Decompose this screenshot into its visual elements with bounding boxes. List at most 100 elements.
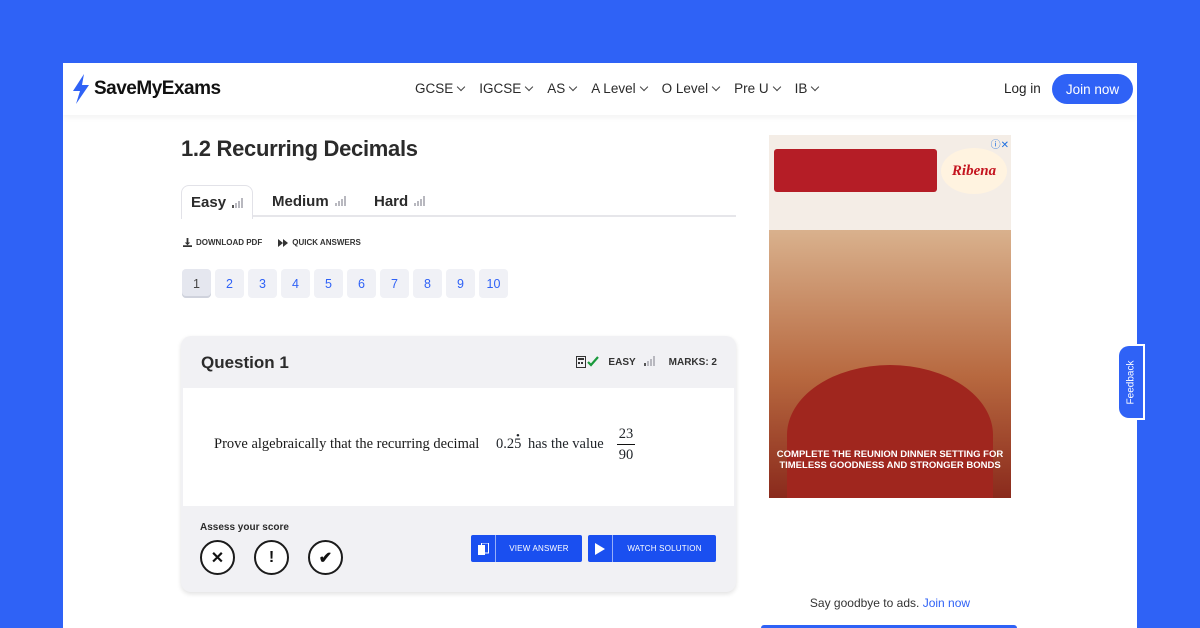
ad-copy: COMPLETE THE REUNION DINNER SETTING FOR … — [776, 449, 1004, 471]
correct-button[interactable]: ✔ — [308, 540, 343, 575]
question-number-button[interactable]: 3 — [248, 269, 277, 298]
join-now-button[interactable]: Join now — [1052, 74, 1133, 104]
browser-page: SaveMyExams GCSE IGCSE AS A Level O Leve… — [63, 63, 1137, 628]
nav-a-level[interactable]: A Level — [591, 81, 648, 96]
question-text-2: has the value — [528, 436, 604, 452]
feedback-tab[interactable]: Feedback — [1119, 346, 1143, 418]
fast-forward-icon — [278, 238, 289, 247]
ad-header: Ribena ⓘ✕ — [769, 135, 1011, 230]
chevron-down-icon — [711, 82, 721, 92]
check-icon: ✔ — [318, 549, 333, 567]
question-number-button[interactable]: 8 — [413, 269, 442, 298]
view-answer-button[interactable]: VIEW ANSWER — [471, 535, 582, 562]
ad-brand-logo: Ribena — [941, 148, 1007, 194]
goodbye-text: Say goodbye to ads. — [809, 596, 920, 610]
main-nav: GCSE IGCSE AS A Level O Level Pre U IB — [415, 81, 820, 96]
question-body: Prove algebraically that the recurring d… — [183, 388, 734, 506]
ad-dinner-table — [787, 365, 993, 498]
question-number-button[interactable]: 6 — [347, 269, 376, 298]
difficulty-label: EASY — [608, 356, 636, 368]
partial-button[interactable]: ! — [254, 540, 289, 575]
nav-gcse[interactable]: GCSE — [415, 81, 466, 96]
question-card: Question 1 EASY MARKS: 2 Prove algebraic… — [181, 336, 736, 592]
lightning-bolt-icon — [73, 74, 89, 104]
chevron-down-icon — [772, 82, 781, 92]
nav-label: Pre U — [734, 81, 769, 96]
watch-solution-button[interactable]: WATCH SOLUTION — [588, 535, 716, 562]
question-header: Question 1 EASY MARKS: 2 — [181, 336, 736, 388]
nav-ib[interactable]: IB — [794, 81, 820, 96]
assess-score-label: Assess your score — [200, 522, 289, 533]
recurring-dot-icon: • — [516, 430, 520, 442]
download-icon — [183, 238, 192, 247]
chevron-down-icon — [457, 82, 466, 92]
download-pdf-button[interactable]: DOWNLOAD PDF — [183, 238, 262, 247]
tab-easy[interactable]: Easy — [181, 185, 254, 219]
toolbar: DOWNLOAD PDF QUICK ANSWERS — [183, 238, 361, 247]
advertisement[interactable]: Ribena ⓘ✕ COMPLETE THE REUNION DINNER SE… — [769, 135, 1011, 498]
difficulty-tabs: Easy Medium Hard — [181, 185, 736, 219]
difficulty-bars-icon — [232, 197, 244, 208]
nav-o-level[interactable]: O Level — [661, 81, 721, 96]
question-text: Prove algebraically that the recurring d… — [214, 436, 480, 452]
feedback-label: Feedback — [1125, 360, 1137, 404]
recurring-decimal: 0.25 • — [496, 430, 521, 453]
quick-answers-label: QUICK ANSWERS — [292, 238, 361, 247]
cross-icon: ✕ — [210, 549, 225, 567]
incorrect-button[interactable]: ✕ — [200, 540, 235, 575]
tab-medium[interactable]: Medium — [272, 185, 346, 217]
fraction: 23 90 — [617, 426, 635, 464]
numerator: 23 — [617, 426, 635, 445]
question-number-nav: 1 2 3 4 5 6 7 8 9 10 — [182, 269, 508, 298]
chevron-down-icon — [639, 82, 648, 92]
goodbye-join-link[interactable]: Join now — [923, 596, 970, 610]
copy-icon — [471, 535, 496, 562]
download-label: DOWNLOAD PDF — [196, 238, 263, 247]
question-number-button[interactable]: 9 — [446, 269, 475, 298]
ad-close-icon[interactable]: ⓘ✕ — [991, 136, 1009, 151]
nav-as[interactable]: AS — [547, 81, 578, 96]
ad-product-banner — [774, 149, 937, 192]
difficulty-bars-icon — [334, 196, 346, 206]
nav-label: AS — [547, 81, 566, 96]
logo-text: SaveMyExams — [94, 78, 221, 99]
calculator-check-icon — [576, 356, 600, 368]
question-meta: EASY MARKS: 2 — [576, 356, 717, 368]
question-title: Question 1 — [201, 353, 289, 372]
question-number-button[interactable]: 5 — [314, 269, 343, 298]
ad-free-prompt: Say goodbye to ads. Join now — [769, 596, 1011, 610]
denominator: 90 — [618, 447, 634, 463]
question-number-button[interactable]: 10 — [479, 269, 508, 298]
page-title: 1.2 Recurring Decimals — [181, 136, 418, 161]
tab-label: Hard — [374, 192, 409, 210]
marks-label: MARKS: 2 — [668, 356, 717, 368]
tab-label: Easy — [191, 194, 227, 211]
exclamation-icon: ! — [268, 548, 275, 566]
score-buttons: ✕ ! ✔ — [200, 540, 343, 575]
tab-hard[interactable]: Hard — [374, 185, 426, 217]
nav-label: A Level — [591, 81, 636, 96]
nav-label: GCSE — [415, 81, 454, 96]
quick-answers-button[interactable]: QUICK ANSWERS — [278, 238, 361, 247]
chevron-down-icon — [569, 82, 578, 92]
nav-label: IGCSE — [479, 81, 522, 96]
watch-solution-label: WATCH SOLUTION — [627, 544, 702, 553]
play-icon — [588, 535, 613, 562]
question-number-button[interactable]: 4 — [281, 269, 310, 298]
difficulty-bars-icon — [643, 356, 655, 366]
chevron-down-icon — [811, 82, 820, 92]
question-number-button[interactable]: 1 — [182, 269, 211, 298]
question-number-button[interactable]: 2 — [215, 269, 244, 298]
site-header: SaveMyExams GCSE IGCSE AS A Level O Leve… — [63, 63, 1137, 115]
login-link[interactable]: Log in — [1004, 81, 1041, 96]
nav-igcse[interactable]: IGCSE — [479, 81, 534, 96]
tab-label: Medium — [272, 192, 329, 210]
view-answer-label: VIEW ANSWER — [509, 544, 569, 553]
logo[interactable]: SaveMyExams — [71, 74, 221, 104]
nav-pre-u[interactable]: Pre U — [734, 81, 781, 96]
nav-label: IB — [794, 81, 808, 96]
chevron-down-icon — [525, 82, 534, 92]
nav-label: O Level — [661, 81, 709, 96]
difficulty-bars-icon — [414, 196, 426, 206]
question-number-button[interactable]: 7 — [380, 269, 409, 298]
